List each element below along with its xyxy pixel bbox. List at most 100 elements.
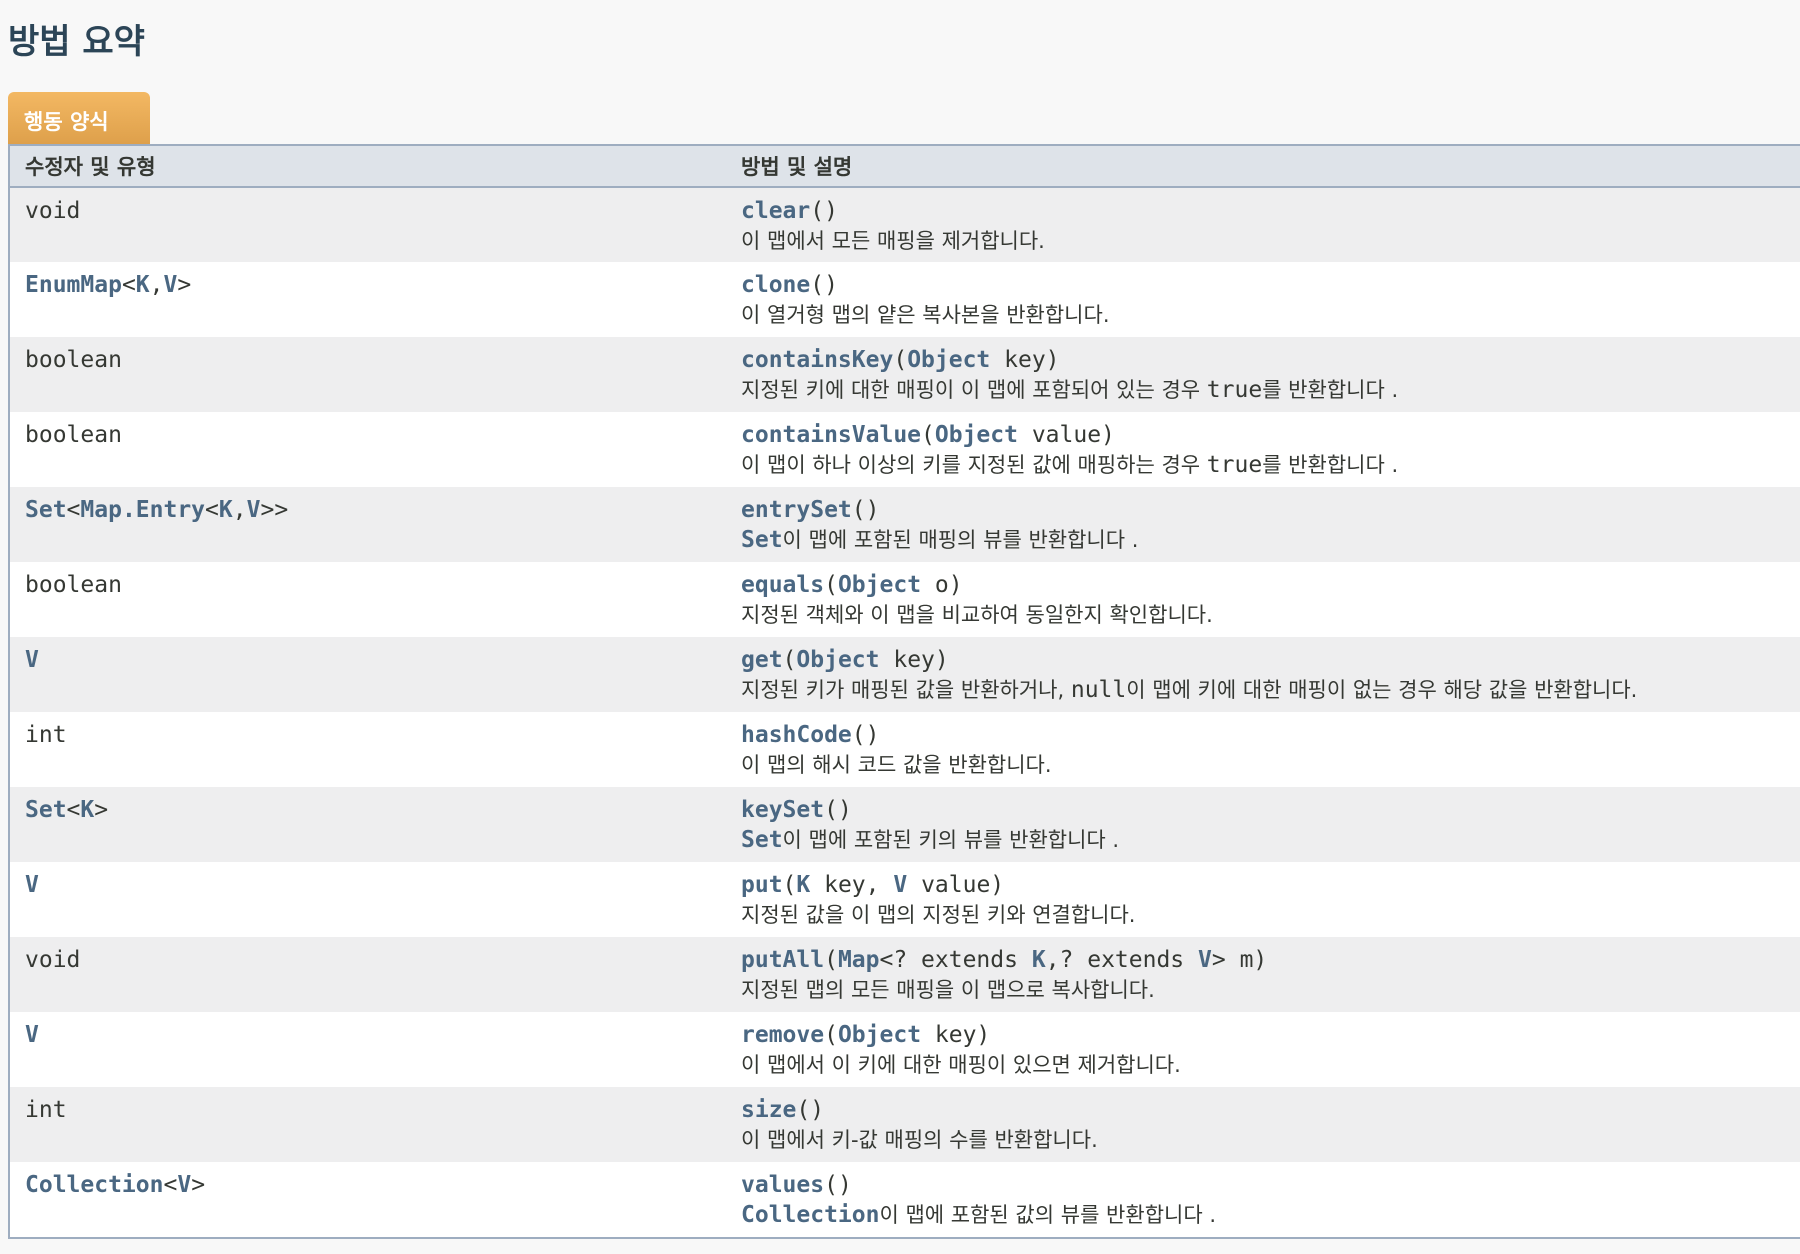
type-text: , bbox=[232, 497, 247, 523]
type-text: void bbox=[25, 198, 81, 224]
description-text: 이 열거형 맵의 얕은 복사본을 반환합니다. bbox=[741, 303, 1110, 327]
type-link[interactable]: K bbox=[219, 497, 233, 523]
signature-text: value) bbox=[907, 872, 1005, 898]
table-header-row: 수정자 및 유형 방법 및 설명 bbox=[10, 146, 1800, 188]
description-text: 지정된 키에 대한 매핑이 이 맵에 포함되어 있는 경우 bbox=[741, 378, 1207, 402]
method-cell: entrySet() Set이 맵에 포함된 매핑의 뷰를 반환합니다 . bbox=[726, 487, 1800, 562]
signature-text: () bbox=[824, 797, 852, 823]
method-description: 지정된 객체와 이 맵을 비교하여 동일한지 확인합니다. bbox=[741, 600, 1800, 630]
description-text: 지정된 키가 매핑된 값을 반환하거나, bbox=[741, 678, 1071, 702]
type-link[interactable]: K bbox=[80, 797, 94, 823]
method-signature: equals(Object o) bbox=[741, 562, 1800, 600]
method-summary-table-container: 수정자 및 유형 방법 및 설명 void clear () 이 맵에서 모든 매핑을… bbox=[8, 144, 1800, 1239]
type-link[interactable]: Object bbox=[838, 572, 921, 598]
signature-text: > m) bbox=[1211, 947, 1268, 973]
type-link[interactable]: Set bbox=[741, 827, 783, 853]
method-description: 이 맵이 하나 이상의 키를 지정된 값에 매핑하는 경우 true를 반환합니… bbox=[741, 450, 1800, 480]
method-name-link[interactable]: values bbox=[741, 1172, 824, 1198]
method-name-link[interactable]: entrySet bbox=[741, 497, 852, 523]
description-text: 이 맵에 포함된 값의 뷰를 반환합니다 . bbox=[879, 1203, 1217, 1227]
type-text: boolean bbox=[25, 422, 122, 448]
method-cell: size() 이 맵에서 키-값 매핑의 수를 반환합니다. bbox=[726, 1087, 1800, 1162]
description-text: 이 맵에 키에 대한 매핑이 없는 경우 해당 값을 반환합니다. bbox=[1126, 678, 1638, 702]
type-link[interactable]: Object bbox=[838, 1022, 921, 1048]
type-link[interactable]: K bbox=[1032, 947, 1046, 973]
type-link[interactable]: K bbox=[796, 872, 810, 898]
type-cell: boolean bbox=[10, 412, 726, 487]
type-link[interactable]: V bbox=[25, 872, 39, 898]
description-text: 이 맵에서 이 키에 대한 매핑이 있으면 제거합니다. bbox=[741, 1053, 1181, 1077]
return-type: void bbox=[25, 188, 726, 226]
method-name-link[interactable]: size bbox=[741, 1097, 796, 1123]
method-name-link[interactable]: equals bbox=[741, 572, 824, 598]
table-row: Set<Map.Entry<K,V>> entrySet() Set이 맵에 포함된… bbox=[10, 487, 1800, 562]
table-row: boolean containsKey(Object key) 지정된 키에 대한 … bbox=[10, 337, 1800, 412]
description-text: 이 맵에서 모든 매핑을 제거합니다. bbox=[741, 229, 1045, 253]
method-name-link[interactable]: hashCode bbox=[741, 722, 852, 748]
return-type: Set<Map.Entry<K,V>> bbox=[25, 487, 726, 525]
signature-text: ( bbox=[782, 647, 797, 673]
code-literal: true bbox=[1206, 452, 1263, 478]
method-signature: hashCode() bbox=[741, 712, 1800, 750]
method-cell: remove(Object key) 이 맵에서 이 키에 대한 매핑이 있으면 … bbox=[726, 1012, 1800, 1087]
method-name-link[interactable]: put bbox=[741, 872, 783, 898]
type-cell: EnumMap<K,V> bbox=[10, 262, 726, 337]
method-description: Collection이 맵에 포함된 값의 뷰를 반환합니다 . bbox=[741, 1200, 1800, 1230]
method-name-link[interactable]: get bbox=[741, 647, 783, 673]
method-description: 이 맵의 해시 코드 값을 반환합니다. bbox=[741, 750, 1800, 780]
signature-text: ( bbox=[824, 572, 838, 598]
type-link[interactable]: Object bbox=[907, 347, 990, 373]
signature-text: key) bbox=[921, 1022, 991, 1048]
type-link[interactable]: Object bbox=[796, 647, 879, 673]
type-cell: int bbox=[10, 1087, 726, 1162]
type-link[interactable]: Collection bbox=[741, 1202, 879, 1228]
signature-text: ( bbox=[921, 422, 935, 448]
type-link[interactable]: Map bbox=[838, 947, 880, 973]
method-name-link[interactable]: remove bbox=[741, 1022, 824, 1048]
type-link[interactable]: Set bbox=[25, 797, 67, 823]
method-cell: clone() 이 열거형 맵의 얕은 복사본을 반환합니다. bbox=[726, 262, 1800, 337]
type-link[interactable]: V bbox=[893, 872, 907, 898]
type-link[interactable]: Collection bbox=[25, 1172, 163, 1198]
method-name-link[interactable]: clear bbox=[741, 198, 810, 224]
type-link[interactable]: Set bbox=[25, 497, 67, 523]
type-link[interactable]: V bbox=[164, 272, 178, 298]
method-name-link[interactable]: putAll bbox=[741, 947, 824, 973]
method-signature: entrySet() bbox=[741, 487, 1800, 525]
table-row: int hashCode() 이 맵의 해시 코드 값을 반환합니다. bbox=[10, 712, 1800, 787]
method-name-link[interactable]: containsValue bbox=[741, 422, 921, 448]
signature-text: () bbox=[824, 1172, 852, 1198]
code-literal: null bbox=[1070, 677, 1127, 703]
method-signature: keySet() bbox=[741, 787, 1800, 825]
method-signature: containsKey(Object key) bbox=[741, 337, 1800, 375]
type-link[interactable]: V bbox=[247, 497, 261, 523]
type-link[interactable]: V bbox=[1198, 947, 1212, 973]
table-row: Set<K> keySet() Set이 맵에 포함된 키의 뷰를 반환합니다 . bbox=[10, 787, 1800, 862]
type-link[interactable]: Object bbox=[935, 422, 1018, 448]
table-row: void clear() 이 맵에서 모든 매핑을 제거합니다. bbox=[10, 187, 1800, 262]
type-text: void bbox=[25, 947, 81, 973]
method-cell: keySet() Set이 맵에 포함된 키의 뷰를 반환합니다 . bbox=[726, 787, 1800, 862]
method-name-link[interactable]: containsKey bbox=[741, 347, 893, 373]
method-name-link[interactable]: clone bbox=[741, 272, 810, 298]
return-type: V bbox=[25, 1012, 726, 1050]
return-type: boolean bbox=[25, 412, 726, 450]
signature-text: () bbox=[851, 497, 880, 523]
method-cell: equals(Object o) 지정된 객체와 이 맵을 비교하여 동일한지 확… bbox=[726, 562, 1800, 637]
method-name-link[interactable]: keySet bbox=[741, 797, 824, 823]
type-text: < bbox=[163, 1172, 178, 1198]
type-link[interactable]: K bbox=[136, 272, 150, 298]
return-type: boolean bbox=[25, 562, 726, 600]
signature-text: key) bbox=[879, 647, 949, 673]
type-link[interactable]: Set bbox=[741, 527, 783, 553]
type-link[interactable]: EnumMap bbox=[25, 272, 122, 298]
type-link[interactable]: V bbox=[25, 647, 39, 673]
type-link[interactable]: V bbox=[25, 1022, 39, 1048]
table-row: void putAll(Map<? extends K,? extends V> … bbox=[10, 937, 1800, 1012]
type-link[interactable]: V bbox=[177, 1172, 191, 1198]
method-summary-page: 방법 요약 행동 양식 수정자 및 유형 방법 및 설명 void clear()… bbox=[0, 0, 1800, 1254]
tab-methods[interactable]: 행동 양식 bbox=[8, 92, 150, 144]
method-description: 지정된 값을 이 맵의 지정된 키와 연결합니다. bbox=[741, 900, 1800, 930]
table-row: Collection<V> values() Collection이 맵에 포함된 … bbox=[10, 1162, 1800, 1237]
type-link[interactable]: Map.Entry bbox=[80, 497, 205, 523]
